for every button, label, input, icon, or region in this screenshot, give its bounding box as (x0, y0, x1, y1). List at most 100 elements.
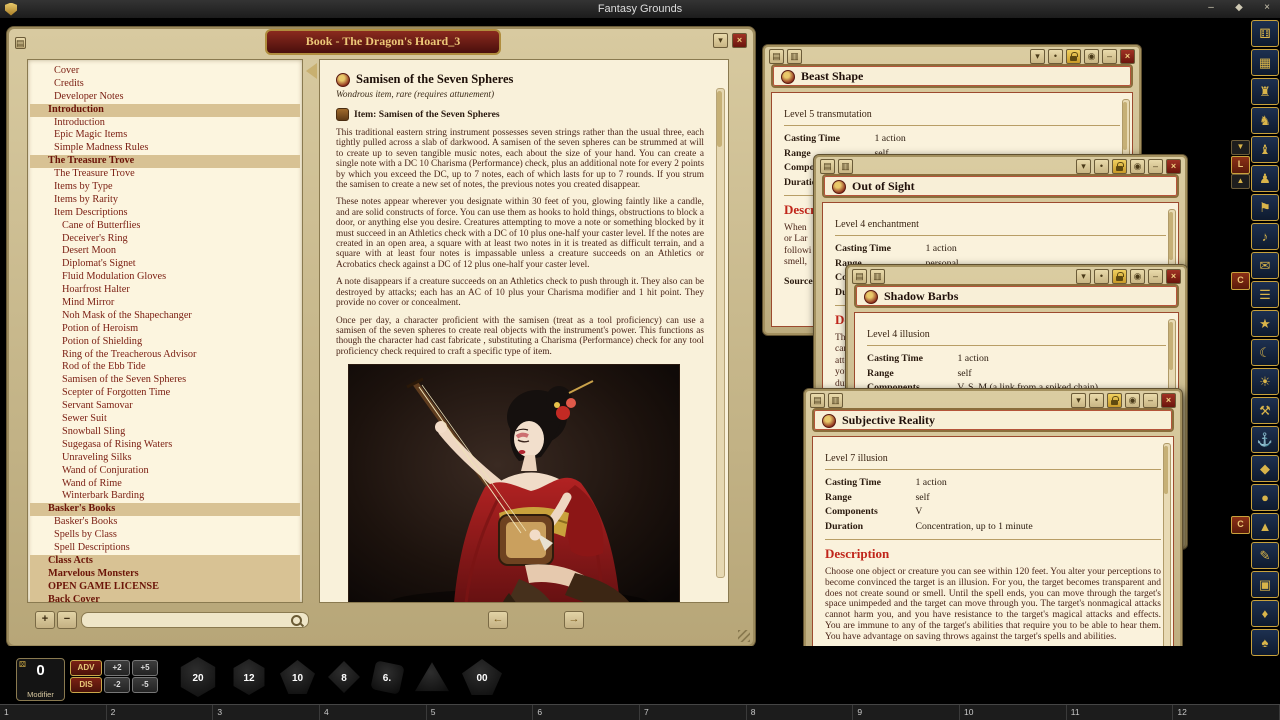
modifier-box[interactable]: ⚄ 0 Modifier (16, 658, 65, 701)
toc-item[interactable]: Wand of Rime (28, 478, 302, 491)
minimize-button[interactable]: – (1202, 2, 1220, 15)
chevron-down-icon[interactable]: ▼ (1231, 140, 1250, 155)
d8-die[interactable]: 8 (328, 661, 360, 693)
d6-die[interactable]: 6. (370, 660, 404, 694)
zoom-slider[interactable] (81, 612, 309, 628)
next-page-button[interactable]: → (564, 611, 584, 629)
toc-item[interactable]: The Treasure Trove (28, 168, 302, 181)
scrollbar-thumb[interactable] (717, 91, 722, 147)
toc-item[interactable]: Introduction (28, 117, 302, 130)
treasure-button[interactable]: ♦ (1251, 600, 1279, 627)
minimize-icon[interactable]: – (1143, 393, 1158, 408)
sheet-icon[interactable]: ▤ (15, 37, 26, 49)
scrollbar-thumb[interactable] (1169, 212, 1173, 260)
hotkey-slot[interactable]: 9 (853, 705, 960, 720)
library-button[interactable]: ☰ (1251, 281, 1279, 308)
sidebar-tab-c1[interactable]: C (1231, 272, 1250, 290)
scrollbar-thumb[interactable] (1164, 446, 1168, 494)
plus2-button[interactable]: +2 (104, 660, 130, 676)
dis-button[interactable]: DIS (70, 677, 102, 693)
toc-item[interactable]: Simple Madness Rules (28, 142, 302, 155)
toc-item[interactable]: Scepter of Forgotten Time (28, 387, 302, 400)
toc-item[interactable]: Class Acts (30, 555, 300, 568)
toc-item[interactable]: Wand of Conjuration (28, 465, 302, 478)
plus5-button[interactable]: +5 (132, 660, 158, 676)
sidebar-tab-l[interactable]: L (1231, 156, 1250, 174)
toc-item[interactable]: Introduction (30, 104, 300, 117)
quests-button[interactable]: ⚑ (1251, 194, 1279, 221)
hotkey-slot[interactable]: 8 (747, 705, 854, 720)
weather-button[interactable]: ☀ (1251, 368, 1279, 395)
lock-icon[interactable] (1107, 393, 1122, 408)
sheet-icon[interactable]: ▤ (769, 49, 784, 64)
book-icon[interactable]: ▥ (787, 49, 802, 64)
toc-item[interactable]: Noh Mask of the Shapechanger (28, 310, 302, 323)
minimize-icon[interactable]: – (1148, 269, 1163, 284)
toc-item[interactable]: Deceiver's Ring (28, 233, 302, 246)
pin-icon[interactable]: ▾ (1071, 393, 1086, 408)
close-icon[interactable]: × (1166, 159, 1181, 174)
pin-icon[interactable]: ▾ (1030, 49, 1045, 64)
hotkey-slot[interactable]: 1 (0, 705, 107, 720)
forge-button[interactable]: ⚒ (1251, 397, 1279, 424)
adv-button[interactable]: ADV (70, 660, 102, 676)
effects-button[interactable]: ★ (1251, 310, 1279, 337)
toc-item[interactable]: Diplomat's Signet (28, 258, 302, 271)
options-button[interactable]: ♠ (1251, 629, 1279, 656)
toc-item[interactable]: Samisen of the Seven Spheres (28, 374, 302, 387)
toc-item[interactable]: Rod of the Ebb Tide (28, 361, 302, 374)
toc-item[interactable]: Items by Type (28, 181, 302, 194)
pointers-button[interactable]: ▲ (1251, 513, 1279, 540)
lock-icon[interactable] (1066, 49, 1081, 64)
pin-icon[interactable]: ▾ (713, 33, 728, 48)
anchors-button[interactable]: ⚓ (1251, 426, 1279, 453)
toc-item[interactable]: Developer Notes (28, 91, 302, 104)
zoom-in-button[interactable]: + (35, 611, 55, 629)
minus5-button[interactable]: -5 (132, 677, 158, 693)
scrollbar-thumb[interactable] (1123, 102, 1127, 150)
toc-item[interactable]: Ring of the Treacherous Advisor (28, 349, 302, 362)
sheet-icon[interactable]: ▤ (810, 393, 825, 408)
music-button[interactable]: ♪ (1251, 223, 1279, 250)
toc-item[interactable]: Mind Mirror (28, 297, 302, 310)
broadcast-icon[interactable]: ◉ (1125, 393, 1140, 408)
lock-icon[interactable] (1112, 159, 1127, 174)
close-icon[interactable]: × (1161, 393, 1176, 408)
samisen-artwork[interactable] (348, 364, 680, 603)
chevron-up-icon[interactable]: ▲ (1231, 174, 1250, 189)
toc-item[interactable]: Item Descriptions (28, 207, 302, 220)
minimize-icon[interactable]: – (1102, 49, 1117, 64)
spell-title-plaque[interactable]: Shadow Barbs (854, 284, 1179, 308)
hotkey-slot[interactable]: 4 (320, 705, 427, 720)
d4-die[interactable] (415, 661, 449, 693)
toc-item[interactable]: Items by Rarity (28, 194, 302, 207)
item-link[interactable]: Item: Samisen of the Seven Spheres (336, 108, 704, 121)
bookmark-icon[interactable]: • (1094, 269, 1109, 284)
bookmark-icon[interactable]: • (1089, 393, 1104, 408)
broadcast-icon[interactable]: ◉ (1130, 269, 1145, 284)
hotkey-slot[interactable]: 10 (960, 705, 1067, 720)
toc-item[interactable]: Back Cover (30, 594, 300, 603)
close-icon[interactable]: × (1120, 49, 1135, 64)
toc-item[interactable]: The Treasure Trove (30, 155, 300, 168)
toc-item[interactable]: Potion of Shielding (28, 336, 302, 349)
toc-item[interactable]: Cover (28, 65, 302, 78)
broadcast-icon[interactable]: ◉ (1130, 159, 1145, 174)
page-prev-arrow[interactable] (306, 63, 317, 79)
book-icon[interactable]: ▥ (838, 159, 853, 174)
hotkey-slot[interactable]: 2 (107, 705, 214, 720)
scrollbar-thumb[interactable] (1169, 322, 1173, 370)
toc-item[interactable]: Sugegasa of Rising Waters (28, 439, 302, 452)
toc-item[interactable]: Potion of Heroism (28, 323, 302, 336)
hotkey-slot[interactable]: 3 (213, 705, 320, 720)
messages-button[interactable]: ✉ (1251, 252, 1279, 279)
resize-grip[interactable] (738, 630, 750, 642)
hotkey-slot[interactable]: 5 (427, 705, 534, 720)
hotkey-slot[interactable]: 11 (1067, 705, 1174, 720)
hotkey-slot[interactable]: 6 (533, 705, 640, 720)
toc-item[interactable]: Desert Moon (28, 245, 302, 258)
window-titlebar[interactable]: Fantasy Grounds –◆× (0, 0, 1280, 19)
maps-button[interactable]: ▣ (1251, 571, 1279, 598)
combat-tracker-button[interactable]: ● (1251, 484, 1279, 511)
toc-item[interactable]: Credits (28, 78, 302, 91)
